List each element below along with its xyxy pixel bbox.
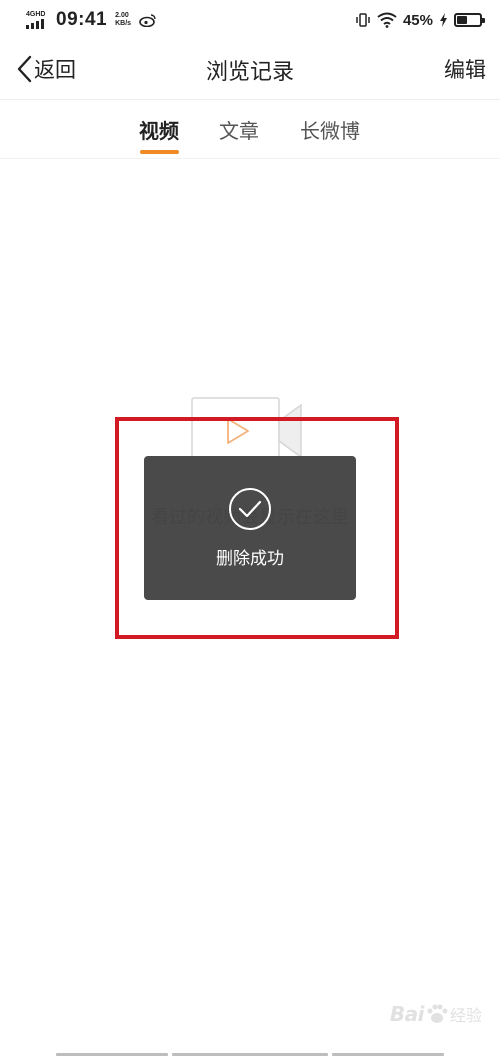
- status-right: 45%: [355, 11, 485, 29]
- battery-percent: 45%: [402, 11, 433, 29]
- signal-indicator: 4GHD: [26, 11, 48, 29]
- nav-bar-segment[interactable]: [56, 1053, 168, 1056]
- bottom-navigation-bar: [0, 1051, 500, 1057]
- weibo-icon: [139, 14, 156, 27]
- watermark-suffix: 经验: [449, 1006, 482, 1025]
- clock: 09:41: [56, 9, 108, 30]
- vibrate-icon: [356, 13, 370, 27]
- battery-icon: [454, 13, 485, 27]
- edit-button[interactable]: 编辑: [444, 54, 486, 84]
- nav-bar-segment[interactable]: [172, 1053, 328, 1056]
- nav-bar-segment[interactable]: [332, 1053, 444, 1056]
- paw-icon: [427, 1004, 448, 1023]
- speed-unit: KB/s: [115, 20, 132, 27]
- charging-icon: [440, 13, 447, 27]
- tab-bar: 视频 文章 长微博: [0, 101, 500, 159]
- network-type: 4GHD: [26, 11, 46, 18]
- watermark-logo: Bai 经验: [390, 1002, 482, 1026]
- screen: 4GHD 09:41 2.00 KB/s 45% 返回 浏览记录 编辑 视频 文…: [0, 0, 500, 1057]
- status-left: 4GHD 09:41 2.00 KB/s: [26, 9, 157, 31]
- tab-long-weibo[interactable]: 长微博: [300, 115, 360, 144]
- active-tab-indicator: [140, 150, 179, 154]
- page-title: 浏览记录: [205, 60, 294, 85]
- watermark-brand: Bai: [389, 1002, 425, 1026]
- tab-video[interactable]: 视频: [139, 115, 179, 144]
- tab-articles[interactable]: 文章: [219, 115, 259, 144]
- highlight-box: [115, 417, 399, 639]
- wifi-icon: [377, 12, 397, 28]
- signal-bars-icon: [26, 19, 44, 29]
- status-bar: 4GHD 09:41 2.00 KB/s 45%: [0, 0, 500, 40]
- nav-bar: 返回 浏览记录 编辑: [0, 40, 500, 100]
- network-speed: 2.00 KB/s: [115, 12, 131, 28]
- battery-fill: [457, 16, 467, 24]
- speed-value: 2.00: [115, 12, 129, 19]
